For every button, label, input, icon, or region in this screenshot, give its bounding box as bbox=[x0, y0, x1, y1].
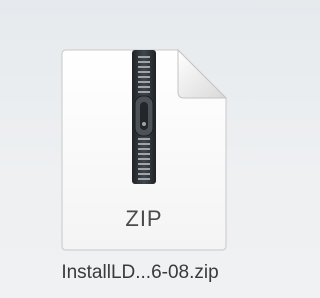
file-name-label[interactable]: InstallLD...6-08.zip bbox=[0, 262, 280, 284]
zip-file-item[interactable]: ZIP InstallLD...6-08.zip bbox=[0, 0, 280, 298]
file-type-label: ZIP bbox=[125, 206, 163, 231]
